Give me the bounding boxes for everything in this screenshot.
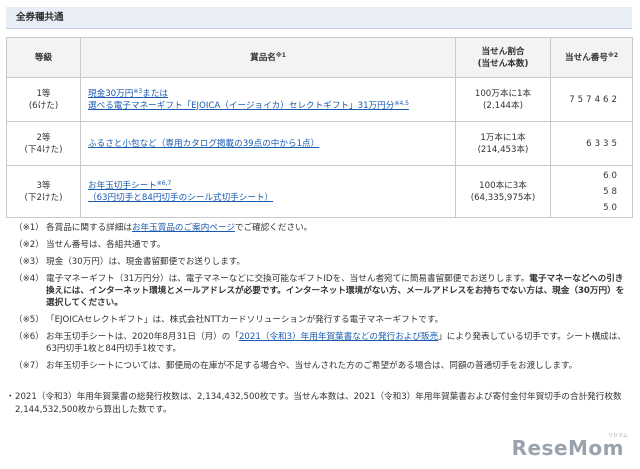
prize-guide-link[interactable]: お年玉賞品のご案内ページ xyxy=(132,223,235,233)
header-number: 当せん番号※2 xyxy=(550,37,633,78)
rank-label: 2等 xyxy=(36,132,51,143)
winning-number: 757462 xyxy=(550,77,633,122)
header-prize: 賞品名※1 xyxy=(80,37,456,78)
table-row: 2等 (下4けた) ふるさと小包など（専用カタログ掲載の39点の中から1点） 1万… xyxy=(6,121,633,166)
note-text: 現金（30万円）は、現金書留郵便でお送りします。 xyxy=(46,257,246,267)
odds-count: (2,144本) xyxy=(483,100,523,111)
note-text: 電子マネーギフト（31万円分）は、電子マネーなどに交換可能なギフトIDを、当せん… xyxy=(46,273,626,309)
winning-numbers: 60 58 50 xyxy=(550,165,633,218)
note-text-pre: 各賞品に関する詳細は xyxy=(46,223,132,233)
note-item: （※7） お年玉切手シートについては、郵便局の在庫が不足する場合や、当せんされた… xyxy=(14,360,626,372)
prize-link-stamp-sheet[interactable]: お年玉切手シート※6,7 xyxy=(88,179,172,191)
rank-cell: 1等 (6けた) xyxy=(6,77,81,122)
odds-count: (64,335,975本) xyxy=(470,192,536,203)
note-item: （※4） 電子マネーギフト（31万円分）は、電子マネーなどに交換可能なギフトID… xyxy=(14,273,626,309)
page: 全券種共通 等級 賞品名※1 当せん割合 (当せん本数) 当せん番号※2 1等 (6… xyxy=(0,0,640,469)
rank-cell: 2等 (下4けた) xyxy=(6,121,81,166)
rank-sub: (下4けた) xyxy=(24,144,63,155)
note-mark: （※2） xyxy=(14,240,44,250)
header-prize-note: ※1 xyxy=(275,51,286,59)
prize-link-cash[interactable]: 現金30万円※3または xyxy=(88,87,168,99)
prize-link-cash-label: 現金30万円 xyxy=(88,88,134,99)
note-mark: （※7） xyxy=(14,361,44,371)
header-number-label: 当せん番号 xyxy=(565,52,608,63)
footnote-mark: ・ xyxy=(6,392,15,402)
note-text: お年玉切手シートは、2020年8月31日（月）の「2021（令和3）年用年賀葉書… xyxy=(46,331,626,355)
note-mark: （※1） xyxy=(14,223,44,233)
header-odds: 当せん割合 (当せん本数) xyxy=(455,37,551,78)
note-text-post: でご確認ください。 xyxy=(234,223,313,233)
note-item: （※6） お年玉切手シートは、2020年8月31日（月）の「2021（令和3）年… xyxy=(14,331,626,355)
header-prize-label: 賞品名 xyxy=(250,52,276,63)
prize-link-stamp-label: お年玉切手シート xyxy=(88,180,157,191)
stamp-release-link[interactable]: 2021（令和3）年用年賀葉書などの発行および販売 xyxy=(239,332,438,342)
prize-link-stamp-detail[interactable]: （63円切手と84円切手のシール式切手シート） xyxy=(88,193,273,203)
rank-label: 1等 xyxy=(36,88,51,99)
note-mark: （※4） xyxy=(14,274,44,284)
odds-ratio: 100本に3本 xyxy=(479,180,527,191)
note-text: 各賞品に関する詳細はお年玉賞品のご案内ページでご確認ください。 xyxy=(46,222,626,234)
note-item: （※1） 各賞品に関する詳細はお年玉賞品のご案内ページでご確認ください。 xyxy=(14,222,626,234)
rank-sub: (下2けた) xyxy=(24,192,63,203)
resemom-logo: ReseMom xyxy=(511,436,624,460)
prize-note: ※6,7 xyxy=(156,179,172,187)
prize-cell: ふるさと小包など（専用カタログ掲載の39点の中から1点） xyxy=(80,121,456,166)
prize-table: 等級 賞品名※1 当せん割合 (当せん本数) 当せん番号※2 1等 (6けた) 現金… xyxy=(6,37,633,218)
note-text: 「EJOICAセレクトギフト」は、株式会社NTTカードソリューションが発行する電… xyxy=(46,315,444,325)
note-mark: （※3） xyxy=(14,257,44,267)
winning-number: 58 xyxy=(603,186,620,197)
note-item: （※5） 「EJOICAセレクトギフト」は、株式会社NTTカードソリューションが… xyxy=(14,314,626,326)
note-text: 当せん番号は、各組共通です。 xyxy=(46,240,166,250)
rank-sub: (6けた) xyxy=(28,100,59,111)
prize-link-ejoica[interactable]: 選べる電子マネーギフト「EJOICA（イージョイカ）セレクトギフト」31万円分※… xyxy=(88,99,409,111)
prize-cell: 現金30万円※3または 選べる電子マネーギフト「EJOICA（イージョイカ）セレ… xyxy=(80,77,456,122)
section-header: 全券種共通 xyxy=(6,7,632,29)
note-item: （※2） 当せん番号は、各組共通です。 xyxy=(14,239,626,251)
notes-list: （※1） 各賞品に関する詳細はお年玉賞品のご案内ページでご確認ください。 （※2… xyxy=(14,222,626,377)
prize-note: ※4,5 xyxy=(394,99,409,107)
odds-count: (214,453本) xyxy=(477,144,529,155)
winning-number: 6335 xyxy=(550,121,633,166)
table-row: 3等 (下2けた) お年玉切手シート※6,7 （63円切手と84円切手のシール式切… xyxy=(6,165,633,218)
prize-link-furusato[interactable]: ふるさと小包など（専用カタログ掲載の39点の中から1点） xyxy=(88,139,319,149)
header-odds-line1: 当せん割合 xyxy=(481,46,525,57)
table-row: 1等 (6けた) 現金30万円※3または 選べる電子マネーギフト「EJOICA（イ… xyxy=(6,77,633,122)
note-text-main: 電子マネーギフト（31万円分）は、電子マネーなどに交換可能なギフトIDを、当せん… xyxy=(46,274,530,284)
prize-cell: お年玉切手シート※6,7 （63円切手と84円切手のシール式切手シート） xyxy=(80,165,456,218)
note-mark: （※5） xyxy=(14,315,44,325)
header-number-note: ※2 xyxy=(607,51,618,59)
prize-link-cash-tail: または xyxy=(142,88,168,99)
note-item: （※3） 現金（30万円）は、現金書留郵便でお送りします。 xyxy=(14,256,626,268)
note-mark: （※6） xyxy=(14,332,44,342)
header-odds-line2: (当せん本数) xyxy=(477,58,529,69)
winning-number: 60 xyxy=(603,170,620,181)
prize-note: ※3 xyxy=(133,87,143,95)
odds-ratio: 100万本に1本 xyxy=(474,88,532,99)
odds-cell: 1万本に1本 (214,453本) xyxy=(455,121,551,166)
note-text: お年玉切手シートについては、郵便局の在庫が不足する場合や、当せんされた方のご希望… xyxy=(46,361,578,371)
odds-cell: 100本に3本 (64,335,975本) xyxy=(455,165,551,218)
footnote: ・ 2021（令和3）年用年賀葉書の総発行枚数は、2,134,432,500枚で… xyxy=(6,391,626,417)
prize-link-ejoica-label: 選べる電子マネーギフト「EJOICA（イージョイカ）セレクトギフト」31万円分 xyxy=(88,100,395,111)
footnote-text: 2021（令和3）年用年賀葉書の総発行枚数は、2,134,432,500枚です。… xyxy=(15,392,622,415)
odds-ratio: 1万本に1本 xyxy=(480,132,526,143)
odds-cell: 100万本に1本 (2,144本) xyxy=(455,77,551,122)
header-rank: 等級 xyxy=(6,37,81,78)
table-header-row: 等級 賞品名※1 当せん割合 (当せん本数) 当せん番号※2 xyxy=(6,37,633,78)
rank-cell: 3等 (下2けた) xyxy=(6,165,81,218)
rank-label: 3等 xyxy=(36,180,51,191)
note-text-pre: お年玉切手シートは、2020年8月31日（月）の「 xyxy=(46,332,239,342)
winning-number: 50 xyxy=(603,202,620,213)
